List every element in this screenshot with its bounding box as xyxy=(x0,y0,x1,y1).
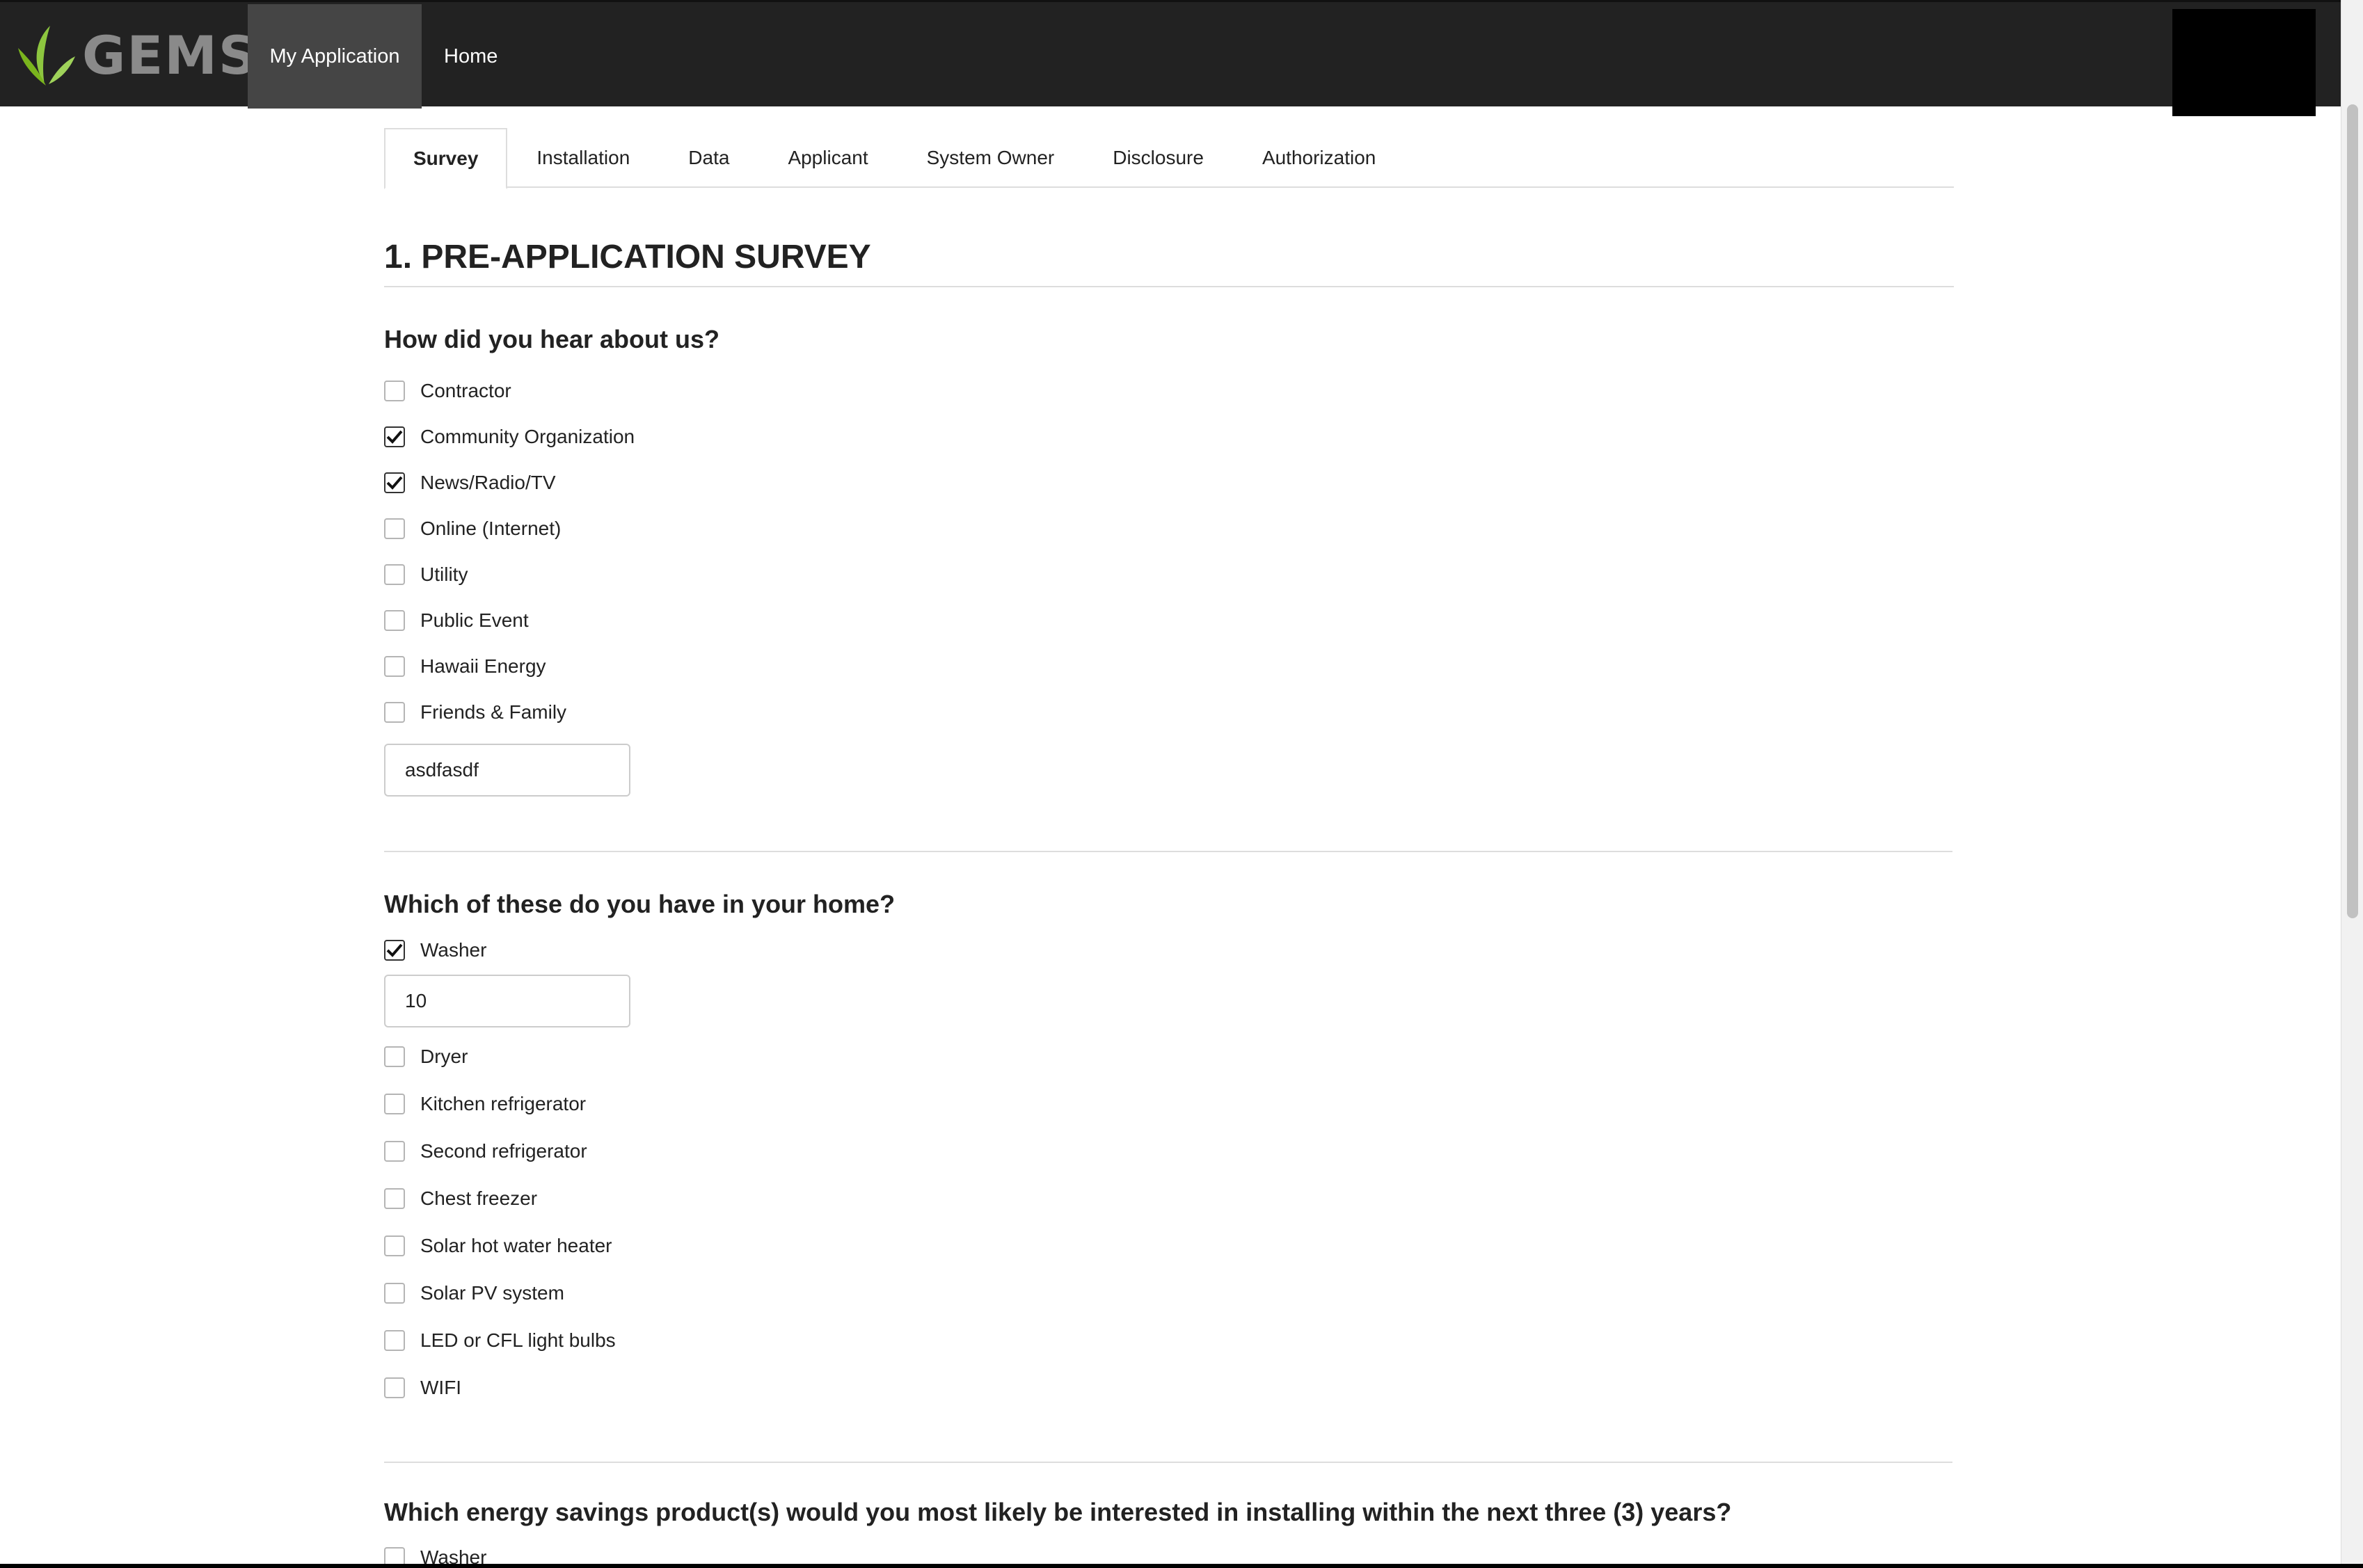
brand-logo[interactable]: GEMS xyxy=(14,20,258,90)
option-friends-family[interactable]: Friends & Family xyxy=(384,689,1954,735)
checkbox[interactable] xyxy=(384,1283,405,1304)
tab-applicant[interactable]: Applicant xyxy=(758,128,897,188)
option-label: News/Radio/TV xyxy=(420,472,556,493)
checkbox[interactable] xyxy=(384,1094,405,1114)
option-label: Online (Internet) xyxy=(420,518,562,539)
option-label: Solar hot water heater xyxy=(420,1235,612,1256)
checkbox[interactable] xyxy=(384,1377,405,1398)
option-dryer[interactable]: Dryer xyxy=(384,1033,1954,1080)
checkbox[interactable] xyxy=(384,610,405,631)
checkbox[interactable] xyxy=(384,1141,405,1162)
option-label: Friends & Family xyxy=(420,701,567,723)
application-tabs: Survey Installation Data Applicant Syste… xyxy=(384,128,1954,189)
checkbox-checked[interactable] xyxy=(384,940,405,961)
section-title: 1. PRE-APPLICATION SURVEY xyxy=(384,238,1954,287)
option-label: Solar PV system xyxy=(420,1282,564,1304)
option-label: Contractor xyxy=(420,380,511,401)
option-label: Utility xyxy=(420,563,468,585)
washer-quantity-input[interactable] xyxy=(384,975,630,1027)
question-home-appliances: Which of these do you have in your home? xyxy=(384,890,896,918)
option-led-cfl-bulbs[interactable]: LED or CFL light bulbs xyxy=(384,1317,1954,1364)
brand-name: GEMS xyxy=(82,24,258,86)
checkbox[interactable] xyxy=(384,656,405,677)
option-washer-interest[interactable]: Washer xyxy=(384,1537,1954,1564)
option-label: Chest freezer xyxy=(420,1187,538,1209)
checkbox-checked[interactable] xyxy=(384,426,405,447)
option-second-refrigerator[interactable]: Second refrigerator xyxy=(384,1128,1954,1175)
option-label: Washer xyxy=(420,1546,487,1564)
option-solar-hot-water-heater[interactable]: Solar hot water heater xyxy=(384,1222,1954,1270)
option-label: Community Organization xyxy=(420,426,635,447)
checkbox[interactable] xyxy=(384,1235,405,1256)
option-label: Hawaii Energy xyxy=(420,655,546,677)
vertical-scrollbar[interactable] xyxy=(2341,0,2363,1568)
option-chest-freezer[interactable]: Chest freezer xyxy=(384,1175,1954,1222)
nav-my-application[interactable]: My Application xyxy=(248,4,422,109)
option-contractor[interactable]: Contractor xyxy=(384,368,1954,414)
scrollbar-thumb[interactable] xyxy=(2347,104,2358,918)
option-label: Public Event xyxy=(420,609,529,631)
leaf-logo-icon xyxy=(14,20,77,90)
page: GEMS My Application Home Survey Installa… xyxy=(0,0,2341,1564)
option-label: Washer xyxy=(420,939,487,961)
nav-home[interactable]: Home xyxy=(422,4,516,109)
checkbox[interactable] xyxy=(384,381,405,401)
checkmark-icon xyxy=(386,430,403,444)
nav-label: My Application xyxy=(269,45,400,67)
section-divider xyxy=(384,1462,1952,1463)
nav-label: Home xyxy=(444,45,498,67)
option-solar-pv-system[interactable]: Solar PV system xyxy=(384,1270,1954,1317)
option-label: WIFI xyxy=(420,1377,462,1398)
option-washer[interactable]: Washer xyxy=(384,933,1954,968)
option-public-event[interactable]: Public Event xyxy=(384,598,1954,643)
option-label: LED or CFL light bulbs xyxy=(420,1329,616,1351)
option-label: Kitchen refrigerator xyxy=(420,1093,587,1114)
checkmark-icon xyxy=(386,943,403,957)
checkbox[interactable] xyxy=(384,1547,405,1564)
appliance-options: Dryer Kitchen refrigerator Second refrig… xyxy=(384,1033,1954,1411)
tab-data[interactable]: Data xyxy=(659,128,758,188)
option-label: Second refrigerator xyxy=(420,1140,587,1162)
tab-disclosure[interactable]: Disclosure xyxy=(1083,128,1233,188)
option-wifi[interactable]: WIFI xyxy=(384,1364,1954,1411)
main-content: Survey Installation Data Applicant Syste… xyxy=(384,128,1954,1564)
option-news-radio-tv[interactable]: News/Radio/TV xyxy=(384,460,1954,506)
checkbox[interactable] xyxy=(384,518,405,539)
option-online-internet[interactable]: Online (Internet) xyxy=(384,506,1954,552)
checkbox[interactable] xyxy=(384,1330,405,1351)
top-navbar: GEMS My Application Home xyxy=(0,0,2341,116)
checkbox[interactable] xyxy=(384,564,405,585)
checkbox[interactable] xyxy=(384,1188,405,1209)
checkbox-checked[interactable] xyxy=(384,472,405,493)
checkmark-icon xyxy=(386,476,403,490)
checkbox[interactable] xyxy=(384,702,405,723)
option-utility[interactable]: Utility xyxy=(384,552,1954,598)
window-bottom-edge xyxy=(0,1564,2363,1568)
redacted-user-menu[interactable] xyxy=(2172,9,2316,116)
question-hear-about-us: How did you hear about us? xyxy=(384,325,720,353)
hear-about-options: Contractor Community Organization News/R… xyxy=(384,368,1954,735)
option-label: Dryer xyxy=(420,1046,468,1067)
other-source-input[interactable] xyxy=(384,744,630,797)
tab-installation[interactable]: Installation xyxy=(507,128,659,188)
checkbox[interactable] xyxy=(384,1046,405,1067)
tab-system-owner[interactable]: System Owner xyxy=(898,128,1084,188)
tab-authorization[interactable]: Authorization xyxy=(1233,128,1405,188)
tab-survey[interactable]: Survey xyxy=(384,128,508,189)
option-community-organization[interactable]: Community Organization xyxy=(384,414,1954,460)
section-divider xyxy=(384,851,1952,852)
question-energy-products: Which energy savings product(s) would yo… xyxy=(384,1498,1732,1526)
option-hawaii-energy[interactable]: Hawaii Energy xyxy=(384,643,1954,689)
option-kitchen-refrigerator[interactable]: Kitchen refrigerator xyxy=(384,1080,1954,1128)
